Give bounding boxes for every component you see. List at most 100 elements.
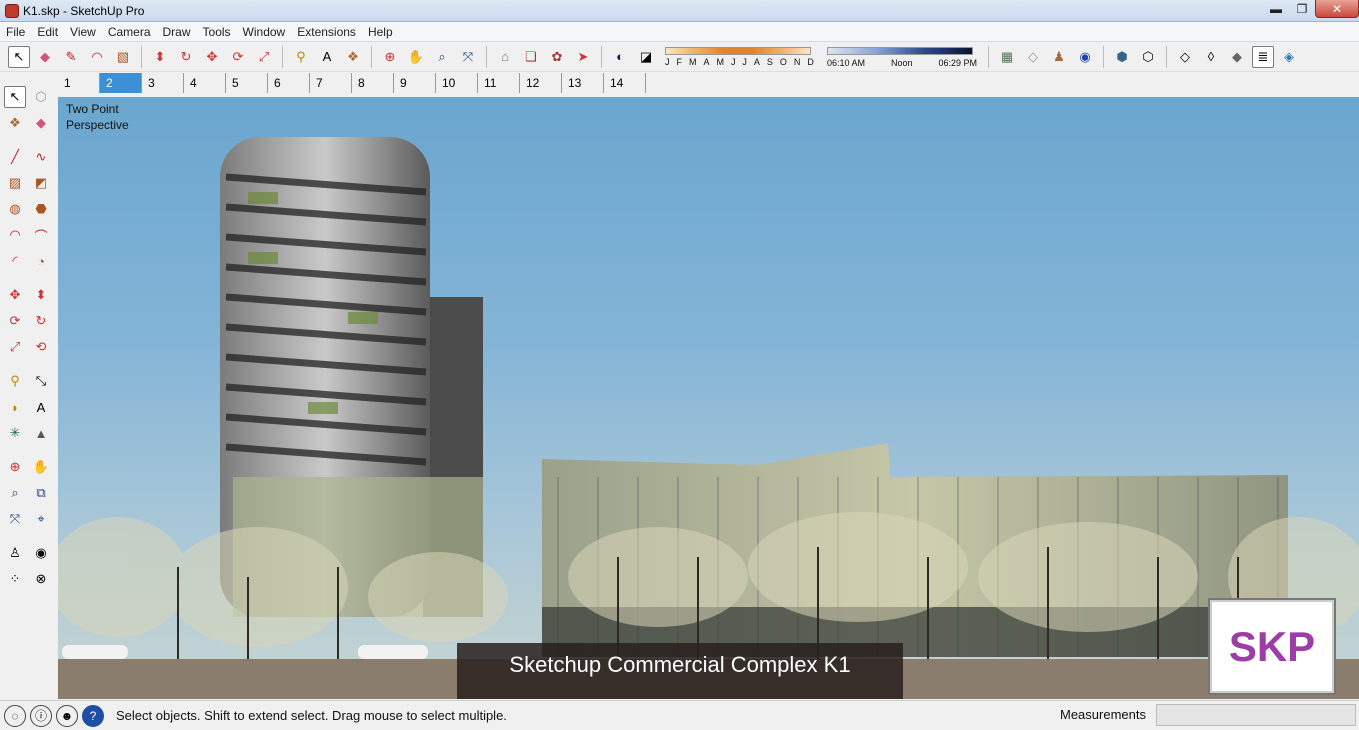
previous-view-icon[interactable]: ⌖ (30, 508, 52, 530)
select-icon[interactable]: ↖ (4, 86, 26, 108)
orbit-icon[interactable]: ⊕ (4, 456, 26, 478)
tape-measure-icon[interactable]: ⚲ (290, 46, 312, 68)
dimension-icon[interactable]: ⤡ (30, 370, 52, 392)
rotate-icon[interactable]: ⟳ (4, 310, 26, 332)
three-point-arc-icon[interactable]: ◜ (4, 250, 26, 272)
arc-icon[interactable]: ◠ (86, 46, 108, 68)
zoom-extents-icon[interactable]: ⤧ (457, 46, 479, 68)
tab-scene-2[interactable]: 2 (100, 73, 142, 93)
tape-measure-icon[interactable]: ⚲ (4, 370, 26, 392)
menu-file[interactable]: File (0, 25, 31, 39)
tab-scene-3[interactable]: 3 (142, 73, 184, 93)
pencil-icon[interactable]: ✎ (60, 46, 82, 68)
look-around-icon[interactable]: ◉ (30, 542, 52, 564)
position-camera-icon[interactable]: ♙ (4, 542, 26, 564)
tab-scene-6[interactable]: 6 (268, 73, 310, 93)
geo-location-status-icon[interactable]: ◌ (4, 704, 26, 727)
3d-text-icon[interactable]: ▲ (30, 422, 52, 444)
menu-draw[interactable]: Draw (157, 25, 197, 39)
rotate-icon[interactable]: ⟳ (227, 46, 249, 68)
monochrome-icon[interactable]: ◈ (1278, 46, 1300, 68)
push-pull-icon[interactable]: ⬍ (30, 284, 52, 306)
follow-me-icon[interactable]: ↻ (175, 46, 197, 68)
eraser-icon[interactable]: ◆ (30, 112, 52, 134)
eraser-icon[interactable]: ◆ (34, 46, 56, 68)
back-edges-icon[interactable]: ⬡ (1137, 46, 1159, 68)
component-icon[interactable]: ⬡ (30, 86, 52, 108)
menu-tools[interactable]: Tools (197, 25, 237, 39)
rectangle-icon[interactable]: ▧ (112, 46, 134, 68)
menu-edit[interactable]: Edit (31, 25, 64, 39)
paint-bucket-icon[interactable]: ❖ (4, 112, 26, 134)
photo-textures-icon[interactable]: ♟ (1048, 46, 1070, 68)
text-icon[interactable]: A (30, 396, 52, 418)
select-icon[interactable]: ↖ (8, 45, 30, 68)
tab-scene-8[interactable]: 8 (352, 73, 394, 93)
minimize-icon[interactable]: ▬ (1263, 0, 1289, 18)
tab-scene-7[interactable]: 7 (310, 73, 352, 93)
user-account-icon[interactable]: ☻ (56, 704, 78, 727)
send-to-layout-icon[interactable]: ➤ (572, 46, 594, 68)
toggle-terrain-icon[interactable]: ◇ (1022, 46, 1044, 68)
move-icon[interactable]: ✥ (201, 46, 223, 68)
pan-icon[interactable]: ✋ (405, 46, 427, 68)
tab-scene-12[interactable]: 12 (520, 73, 562, 93)
extension-icon[interactable]: ✿ (546, 46, 568, 68)
pan-icon[interactable]: ✋ (30, 456, 52, 478)
two-point-arc-icon[interactable]: ⌒ (30, 224, 52, 246)
shaded-textures-icon[interactable]: ≣ (1252, 45, 1274, 68)
line-icon[interactable]: ╱ (4, 146, 26, 168)
tab-scene-9[interactable]: 9 (394, 73, 436, 93)
zoom-icon[interactable]: ⌕ (431, 46, 453, 68)
orbit-icon[interactable]: ⊕ (379, 46, 401, 68)
zoom-window-icon[interactable]: ⧉ (30, 482, 52, 504)
month-gradient[interactable] (665, 46, 811, 55)
follow-me-icon[interactable]: ↻ (30, 310, 52, 332)
zoom-extents-icon[interactable]: ⤧ (4, 508, 26, 530)
rectangle-icon[interactable]: ▨ (4, 172, 26, 194)
arc-icon[interactable]: ◠ (4, 224, 26, 246)
menu-view[interactable]: View (64, 25, 102, 39)
add-location-icon[interactable]: ◉ (1074, 46, 1096, 68)
fog-icon[interactable]: ◪ (635, 46, 657, 68)
menu-extensions[interactable]: Extensions (291, 25, 362, 39)
paint-bucket-icon[interactable]: ❖ (342, 46, 364, 68)
menu-window[interactable]: Window (237, 25, 292, 39)
move-icon[interactable]: ✥ (4, 284, 26, 306)
tab-scene-4[interactable]: 4 (184, 73, 226, 93)
axes-icon[interactable]: ✳ (4, 422, 26, 444)
help-icon[interactable]: ? (82, 704, 104, 727)
shadow-month-slider[interactable]: J F M A M J J A S O N D (665, 45, 815, 69)
hidden-line-icon[interactable]: ◊ (1200, 46, 1222, 68)
tab-scene-10[interactable]: 10 (436, 73, 478, 93)
credits-info-icon[interactable]: ⓘ (30, 704, 52, 727)
zoom-icon[interactable]: ⌕ (4, 482, 26, 504)
restore-icon[interactable]: ❐ (1289, 0, 1315, 18)
shadow-time-slider[interactable]: 06:10 AM Noon 06:29 PM (827, 45, 977, 69)
time-gradient[interactable] (827, 46, 973, 55)
close-icon[interactable]: ✕ (1315, 0, 1359, 18)
scale-icon[interactable]: ⤢ (253, 46, 275, 68)
menu-camera[interactable]: Camera (102, 25, 157, 39)
xray-icon[interactable]: ⬢ (1111, 46, 1133, 68)
offset-icon[interactable]: ⟲ (30, 336, 52, 358)
text-icon[interactable]: A (316, 46, 338, 68)
pie-icon[interactable]: ◔ (30, 250, 52, 272)
shaded-icon[interactable]: ◆ (1226, 46, 1248, 68)
scale-icon[interactable]: ⤢ (4, 336, 26, 358)
components-icon[interactable]: ❏ (520, 46, 542, 68)
tab-scene-1[interactable]: 1 (58, 73, 100, 93)
section-plane-icon[interactable]: ⊗ (30, 568, 52, 590)
tab-scene-13[interactable]: 13 (562, 73, 604, 93)
rotated-rectangle-icon[interactable]: ◩ (30, 172, 52, 194)
warehouse-icon[interactable]: ⌂ (494, 46, 516, 68)
measurements-input[interactable] (1156, 704, 1356, 726)
protractor-icon[interactable]: ◗ (4, 396, 26, 418)
polygon-icon[interactable]: ⬣ (30, 198, 52, 220)
tab-scene-5[interactable]: 5 (226, 73, 268, 93)
tab-scene-14[interactable]: 14 (604, 73, 646, 93)
tab-scene-11[interactable]: 11 (478, 73, 520, 93)
walk-icon[interactable]: ⁘ (4, 568, 26, 590)
freehand-icon[interactable]: ∿ (30, 146, 52, 168)
wireframe-icon[interactable]: ◇ (1174, 46, 1196, 68)
